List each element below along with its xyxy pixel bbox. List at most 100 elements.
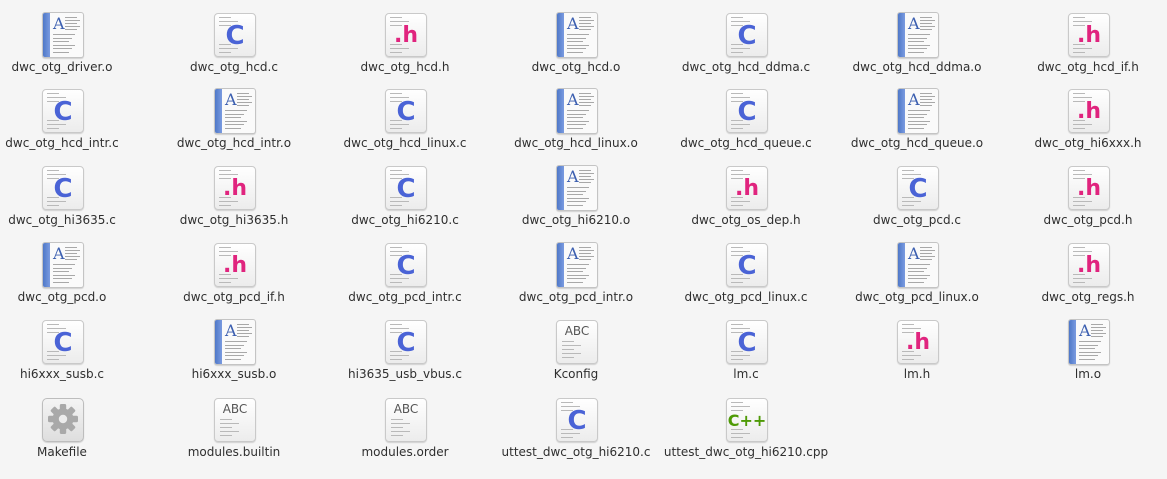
file-item[interactable]: Cdwc_otg_pcd_linux.c	[661, 242, 831, 305]
file-item[interactable]: Cuttest_dwc_otg_hi6210.c	[491, 397, 661, 460]
file-item[interactable]: ABC Kconfig	[491, 319, 661, 382]
file-name-label: dwc_otg_hcd_queue.o	[850, 136, 984, 150]
file-item[interactable]: .h dwc_otg_os_dep.h	[661, 165, 831, 228]
file-item[interactable]: .h dwc_otg_pcd.h	[1003, 165, 1167, 228]
file-name-label: dwc_otg_regs.h	[1041, 290, 1135, 304]
c-source-icon: C	[40, 319, 84, 364]
object-file-icon: A	[212, 319, 256, 365]
file-name-label: dwc_otg_hcd.c	[190, 60, 278, 74]
file-item[interactable]: Clm.c	[661, 319, 831, 382]
file-name-label: dwc_otg_hi3635.h	[179, 213, 289, 227]
text-file-icon: ABC	[383, 397, 427, 442]
object-file-icon: A	[554, 88, 598, 134]
file-name-label: dwc_otg_hi6210.c	[351, 213, 459, 227]
object-file-icon: A	[1066, 319, 1110, 365]
file-item[interactable]: .h dwc_otg_hi6xxx.h	[1003, 88, 1167, 151]
file-item[interactable]: .h dwc_otg_pcd_if.h	[149, 242, 319, 305]
file-name-label: dwc_otg_hi3635.c	[8, 213, 116, 227]
c-source-icon: C	[724, 319, 768, 364]
file-item[interactable]: Chi3635_usb_vbus.c	[320, 319, 490, 382]
header-file-icon: .h	[212, 165, 256, 210]
file-item[interactable]: Cdwc_otg_hcd_queue.c	[661, 88, 831, 151]
file-name-label: dwc_otg_hcd.o	[531, 60, 621, 74]
file-item[interactable]: Chi6xxx_susb.c	[0, 319, 147, 382]
c-source-icon: C	[383, 165, 427, 210]
text-file-icon: ABC	[212, 397, 256, 442]
file-item[interactable]: Cdwc_otg_hcd.c	[149, 12, 319, 75]
c-source-icon: C	[212, 12, 256, 57]
file-item[interactable]: Cdwc_otg_pcd_intr.c	[320, 242, 490, 305]
file-item[interactable]: ABC modules.order	[320, 397, 490, 460]
file-item[interactable]: Adwc_otg_hcd_queue.o	[832, 88, 1002, 151]
file-name-label: dwc_otg_pcd.c	[873, 213, 961, 227]
file-item[interactable]: Cdwc_otg_hi3635.c	[0, 165, 147, 228]
header-file-icon: .h	[1066, 12, 1110, 57]
file-name-label: dwc_otg_os_dep.h	[691, 213, 801, 227]
file-item[interactable]: .h dwc_otg_hcd.h	[320, 12, 490, 75]
c-source-icon: C	[554, 397, 598, 442]
file-name-label: uttest_dwc_otg_hi6210.c	[501, 445, 651, 459]
file-grid: Adwc_otg_driver.o Cdwc_otg_hcd.c .h dwc_otg…	[0, 0, 1167, 479]
c-source-icon: C	[40, 88, 84, 133]
c-source-icon: C	[724, 12, 768, 57]
text-file-icon: ABC	[554, 319, 598, 364]
file-item[interactable]: ABC modules.builtin	[149, 397, 319, 460]
file-name-label: dwc_otg_pcd_if.h	[183, 290, 285, 304]
c-source-icon: C	[383, 242, 427, 287]
file-item[interactable]: Cdwc_otg_hcd_linux.c	[320, 88, 490, 151]
file-item[interactable]: Adwc_otg_pcd_linux.o	[832, 242, 1002, 305]
file-item[interactable]: .h dwc_otg_hi3635.h	[149, 165, 319, 228]
file-name-label: modules.order	[361, 445, 449, 459]
file-name-label: lm.o	[1074, 367, 1102, 381]
file-name-label: dwc_otg_hcd_if.h	[1037, 60, 1139, 74]
file-name-label: dwc_otg_pcd_linux.o	[855, 290, 979, 304]
file-item[interactable]: Adwc_otg_hcd_linux.o	[491, 88, 661, 151]
file-item[interactable]: Adwc_otg_hcd_intr.o	[149, 88, 319, 151]
file-item[interactable]: Cdwc_otg_hi6210.c	[320, 165, 490, 228]
file-item[interactable]: Adwc_otg_hcd_ddma.o	[832, 12, 1002, 75]
file-item[interactable]: Adwc_otg_driver.o	[0, 12, 147, 75]
file-name-label: dwc_otg_hcd_linux.c	[343, 136, 467, 150]
file-item[interactable]: .h dwc_otg_regs.h	[1003, 242, 1167, 305]
file-item[interactable]: .h lm.h	[832, 319, 1002, 382]
file-name-label: lm.c	[733, 367, 759, 381]
file-item[interactable]: Adwc_otg_hi6210.o	[491, 165, 661, 228]
file-item[interactable]: Adwc_otg_pcd.o	[0, 242, 147, 305]
file-name-label: dwc_otg_hcd.h	[360, 60, 450, 74]
file-name-label: dwc_otg_hi6xxx.h	[1034, 136, 1142, 150]
c-source-icon: C	[383, 319, 427, 364]
c-source-icon: C	[724, 242, 768, 287]
file-name-label: dwc_otg_pcd.o	[17, 290, 107, 304]
file-item[interactable]: .h dwc_otg_hcd_if.h	[1003, 12, 1167, 75]
c-source-icon: C	[895, 165, 939, 210]
c-source-icon: C	[383, 88, 427, 133]
header-file-icon: .h	[1066, 88, 1110, 133]
object-file-icon: A	[895, 242, 939, 288]
file-item[interactable]: C++ uttest_dwc_otg_hi6210.cpp	[661, 397, 831, 460]
file-item[interactable]: Cdwc_otg_pcd.c	[832, 165, 1002, 228]
file-item[interactable]: Cdwc_otg_hcd_intr.c	[0, 88, 147, 151]
file-item[interactable]: Adwc_otg_pcd_intr.o	[491, 242, 661, 305]
header-file-icon: .h	[1066, 242, 1110, 287]
file-name-label: lm.h	[903, 367, 931, 381]
file-name-label: Kconfig	[553, 367, 599, 381]
c-source-icon: C	[40, 165, 84, 210]
file-name-label: hi3635_usb_vbus.c	[348, 367, 462, 381]
file-item[interactable]: Makefile	[0, 397, 147, 460]
c-source-icon: C	[724, 88, 768, 133]
header-file-icon: .h	[724, 165, 768, 210]
object-file-icon: A	[895, 88, 939, 134]
file-item[interactable]: Cdwc_otg_hcd_ddma.c	[661, 12, 831, 75]
header-file-icon: .h	[383, 12, 427, 57]
object-file-icon: A	[554, 165, 598, 211]
file-name-label: dwc_otg_hcd_intr.o	[176, 136, 292, 150]
file-name-label: dwc_otg_driver.o	[11, 60, 113, 74]
object-file-icon: A	[554, 12, 598, 58]
file-name-label: dwc_otg_hi6210.o	[521, 213, 631, 227]
object-file-icon: A	[212, 88, 256, 134]
object-file-icon: A	[40, 12, 84, 58]
file-item[interactable]: Alm.o	[1003, 319, 1167, 382]
file-item[interactable]: Adwc_otg_hcd.o	[491, 12, 661, 75]
object-file-icon: A	[895, 12, 939, 58]
file-item[interactable]: Ahi6xxx_susb.o	[149, 319, 319, 382]
